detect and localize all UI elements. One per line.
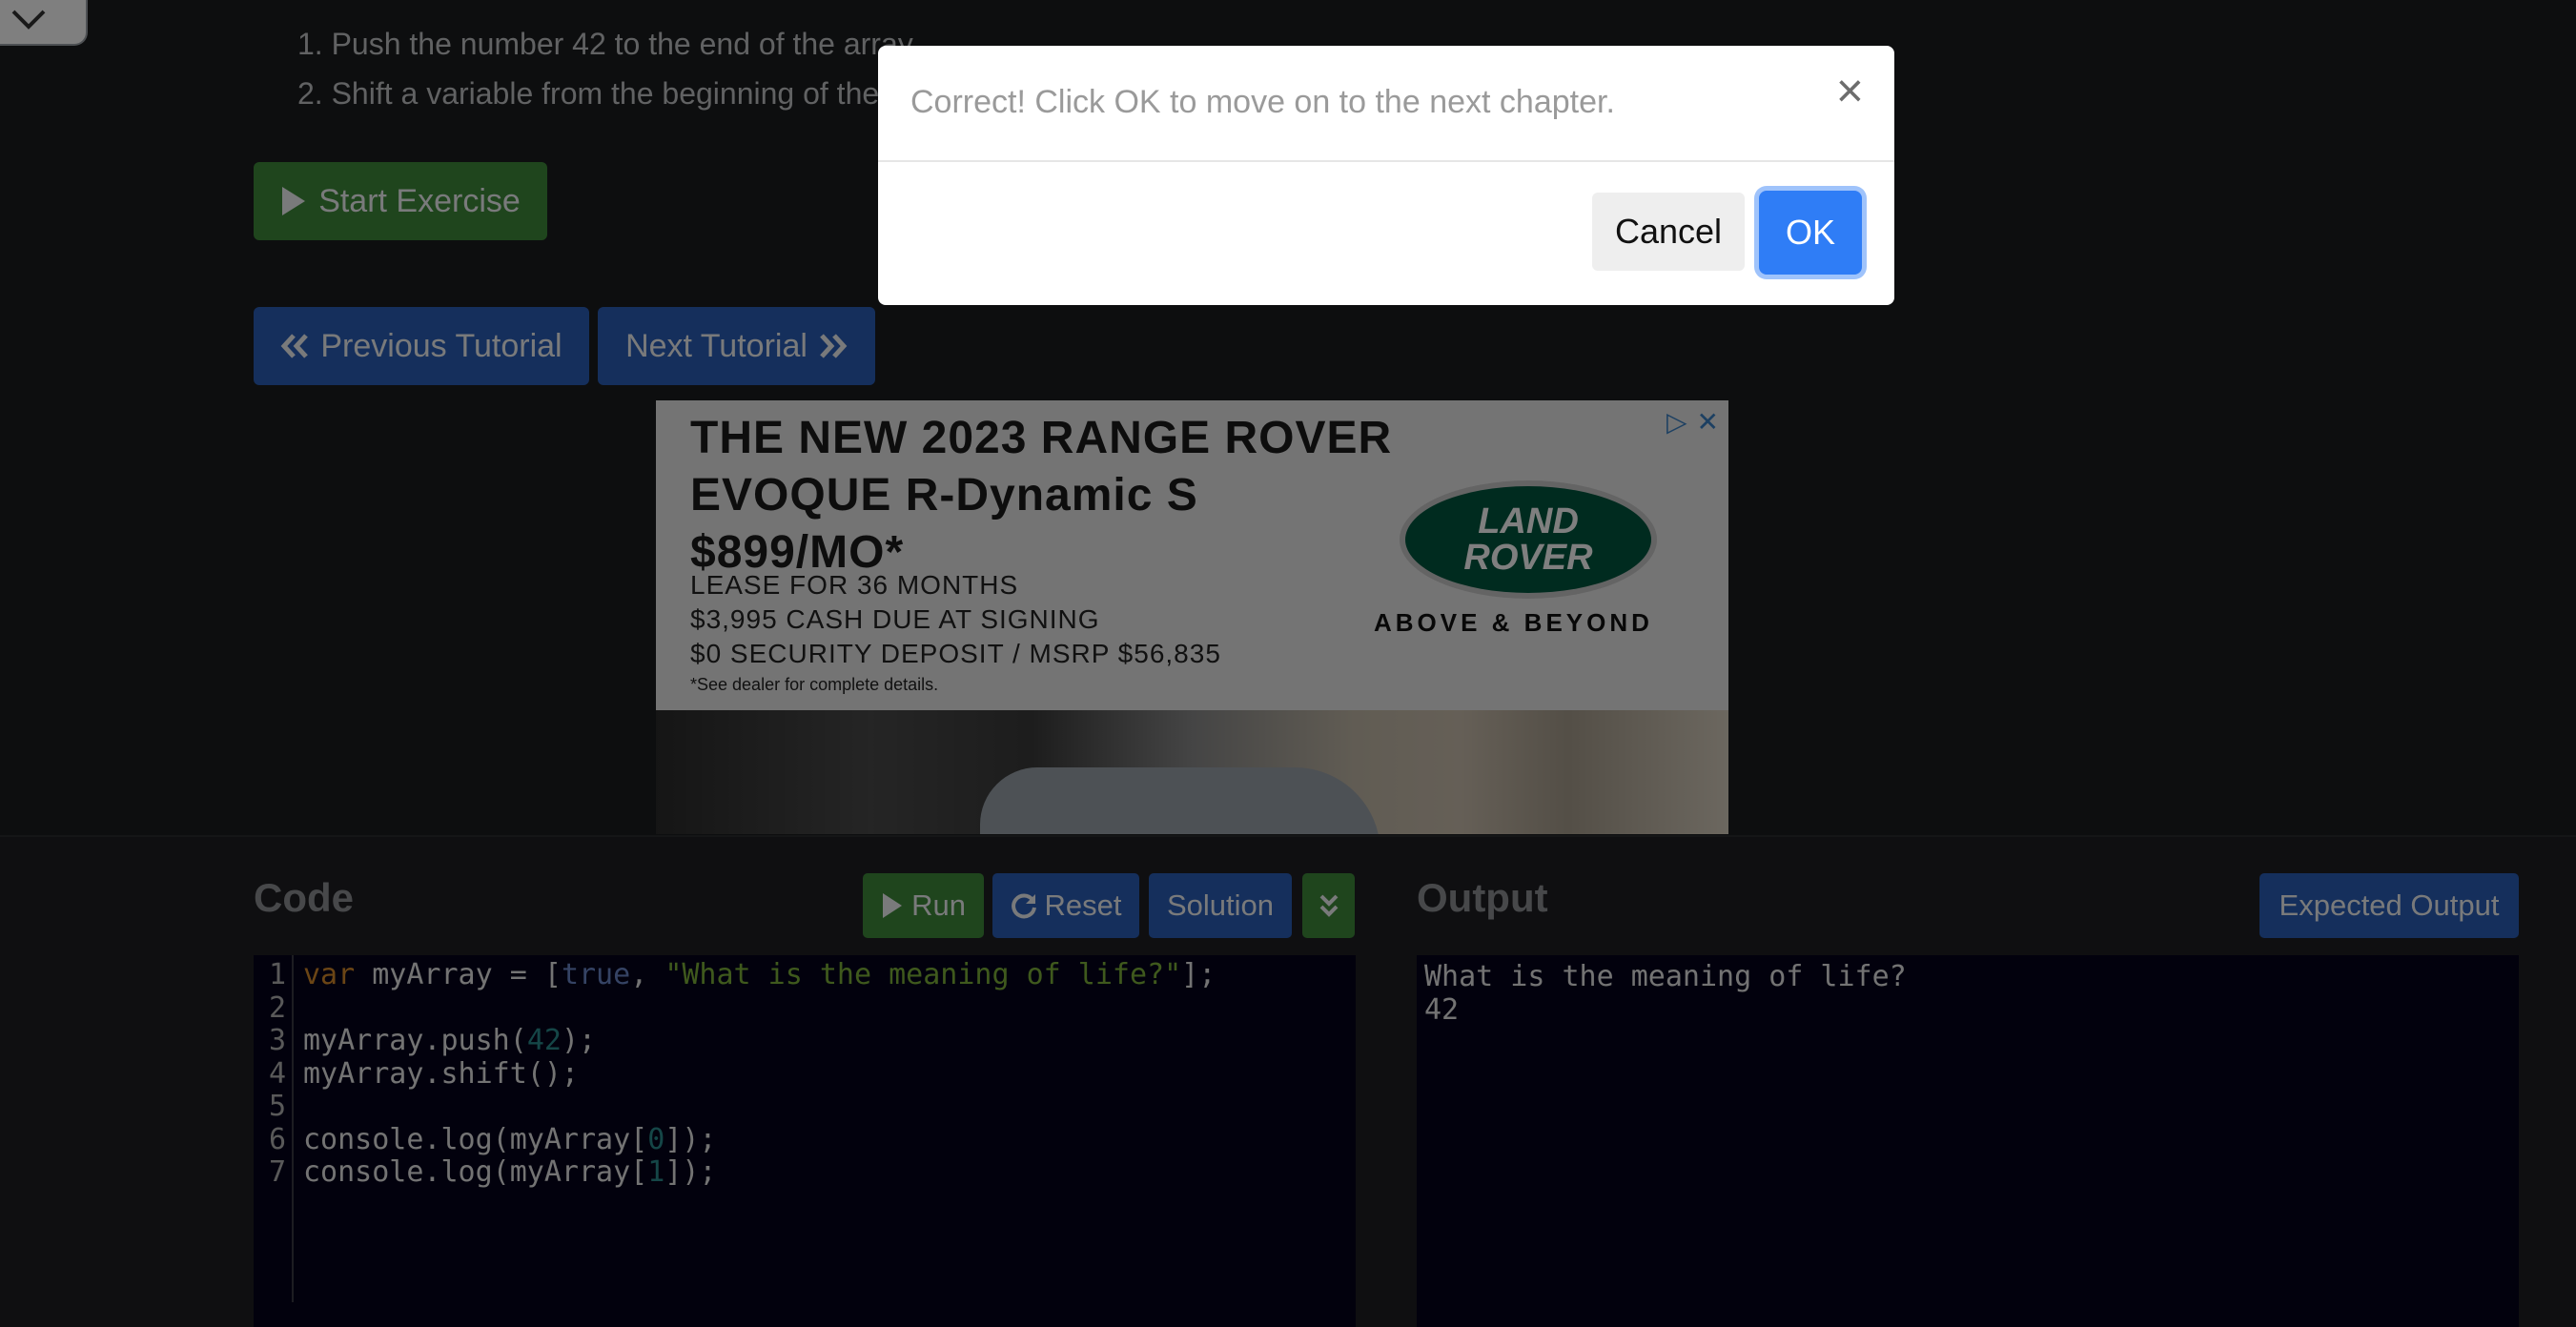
ok-button[interactable]: OK [1759, 191, 1862, 275]
cancel-button[interactable]: Cancel [1592, 193, 1745, 271]
dialog-message: Correct! Click OK to move on to the next… [910, 84, 1615, 120]
confirmation-dialog: Correct! Click OK to move on to the next… [878, 46, 1894, 305]
dialog-divider [878, 160, 1894, 162]
close-icon[interactable]: × [1836, 67, 1864, 114]
